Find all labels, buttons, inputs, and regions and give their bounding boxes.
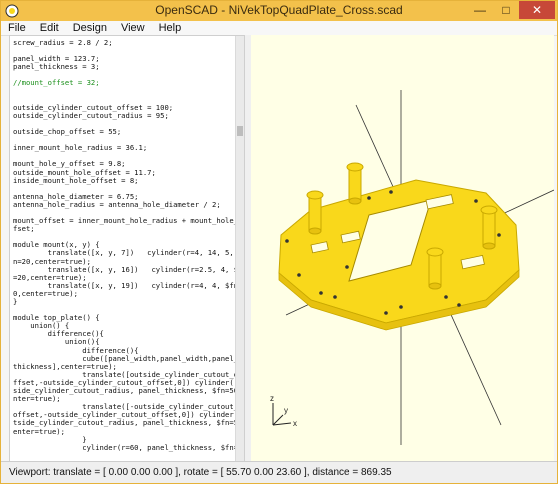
code-line[interactable]: panel_thickness = 3; xyxy=(13,63,234,71)
viewport-canvas[interactable]: x y z xyxy=(251,35,554,462)
code-editor[interactable]: screw_radius = 2.8 / 2; panel_width = 123… xyxy=(9,35,245,462)
mount-post xyxy=(346,162,364,205)
gizmo-label-z: z xyxy=(270,394,274,403)
maximize-button[interactable]: □ xyxy=(493,1,519,19)
close-button[interactable]: ✕ xyxy=(519,1,555,19)
mount-post xyxy=(480,205,498,250)
mount-post xyxy=(426,247,444,290)
title-bar: OpenSCAD - NiVekTopQuadPlate_Cross.scad … xyxy=(1,1,557,21)
gizmo-y xyxy=(272,414,284,426)
menu-file[interactable]: File xyxy=(1,21,33,35)
code-line[interactable]: } xyxy=(13,297,234,306)
code-line[interactable]: inner_mount_hole_radius = 36.1; xyxy=(13,144,234,152)
gizmo-x xyxy=(272,422,292,426)
code-line[interactable]: screw_radius = 2.8 / 2; xyxy=(13,38,234,47)
axes-gizmo: x y z xyxy=(270,394,297,428)
openscad-window: OpenSCAD - NiVekTopQuadPlate_Cross.scad … xyxy=(0,0,558,484)
status-bar: Viewport: translate = [ 0.00 0.00 0.00 ]… xyxy=(1,461,557,483)
code-line[interactable]: antenna_hole_radius = antenna_hole_diame… xyxy=(13,200,234,209)
menu-view[interactable]: View xyxy=(114,21,152,35)
code-line[interactable] xyxy=(13,88,234,96)
code-line[interactable]: //mount_offset = 32; xyxy=(13,79,234,87)
code-line[interactable]: 0,center=true); xyxy=(13,289,234,298)
window-controls: — □ ✕ xyxy=(467,1,555,19)
mount-post xyxy=(306,190,324,235)
code-text[interactable]: screw_radius = 2.8 / 2; panel_width = 123… xyxy=(13,38,244,452)
code-line[interactable]: inside_mount_hole_offset = 8; xyxy=(13,176,234,185)
menu-edit[interactable]: Edit xyxy=(33,21,66,35)
menu-help[interactable]: Help xyxy=(152,21,189,35)
quad-plate-model[interactable] xyxy=(278,162,520,331)
minimize-button[interactable]: — xyxy=(467,1,493,19)
gizmo-label-x: x xyxy=(293,419,297,428)
code-line[interactable]: outside_chop_offset = 55; xyxy=(13,127,234,136)
menu-bar: File Edit Design View Help xyxy=(1,21,557,36)
code-line[interactable]: outside_cylinder_cutout_radius = 95; xyxy=(13,111,234,120)
gizmo-label-y: y xyxy=(284,406,288,415)
3d-viewport[interactable]: x y z xyxy=(251,35,554,462)
code-line[interactable]: mount_offset = inner_mount_hole_radius +… xyxy=(13,216,244,225)
menu-design[interactable]: Design xyxy=(66,21,114,35)
code-line[interactable]: fset; xyxy=(13,225,234,233)
editor-scrollbar-thumb[interactable] xyxy=(237,126,243,136)
editor-scrollbar[interactable] xyxy=(235,36,244,461)
code-line[interactable]: cylinder(r=60, panel_thickness, $fn= xyxy=(13,443,238,452)
